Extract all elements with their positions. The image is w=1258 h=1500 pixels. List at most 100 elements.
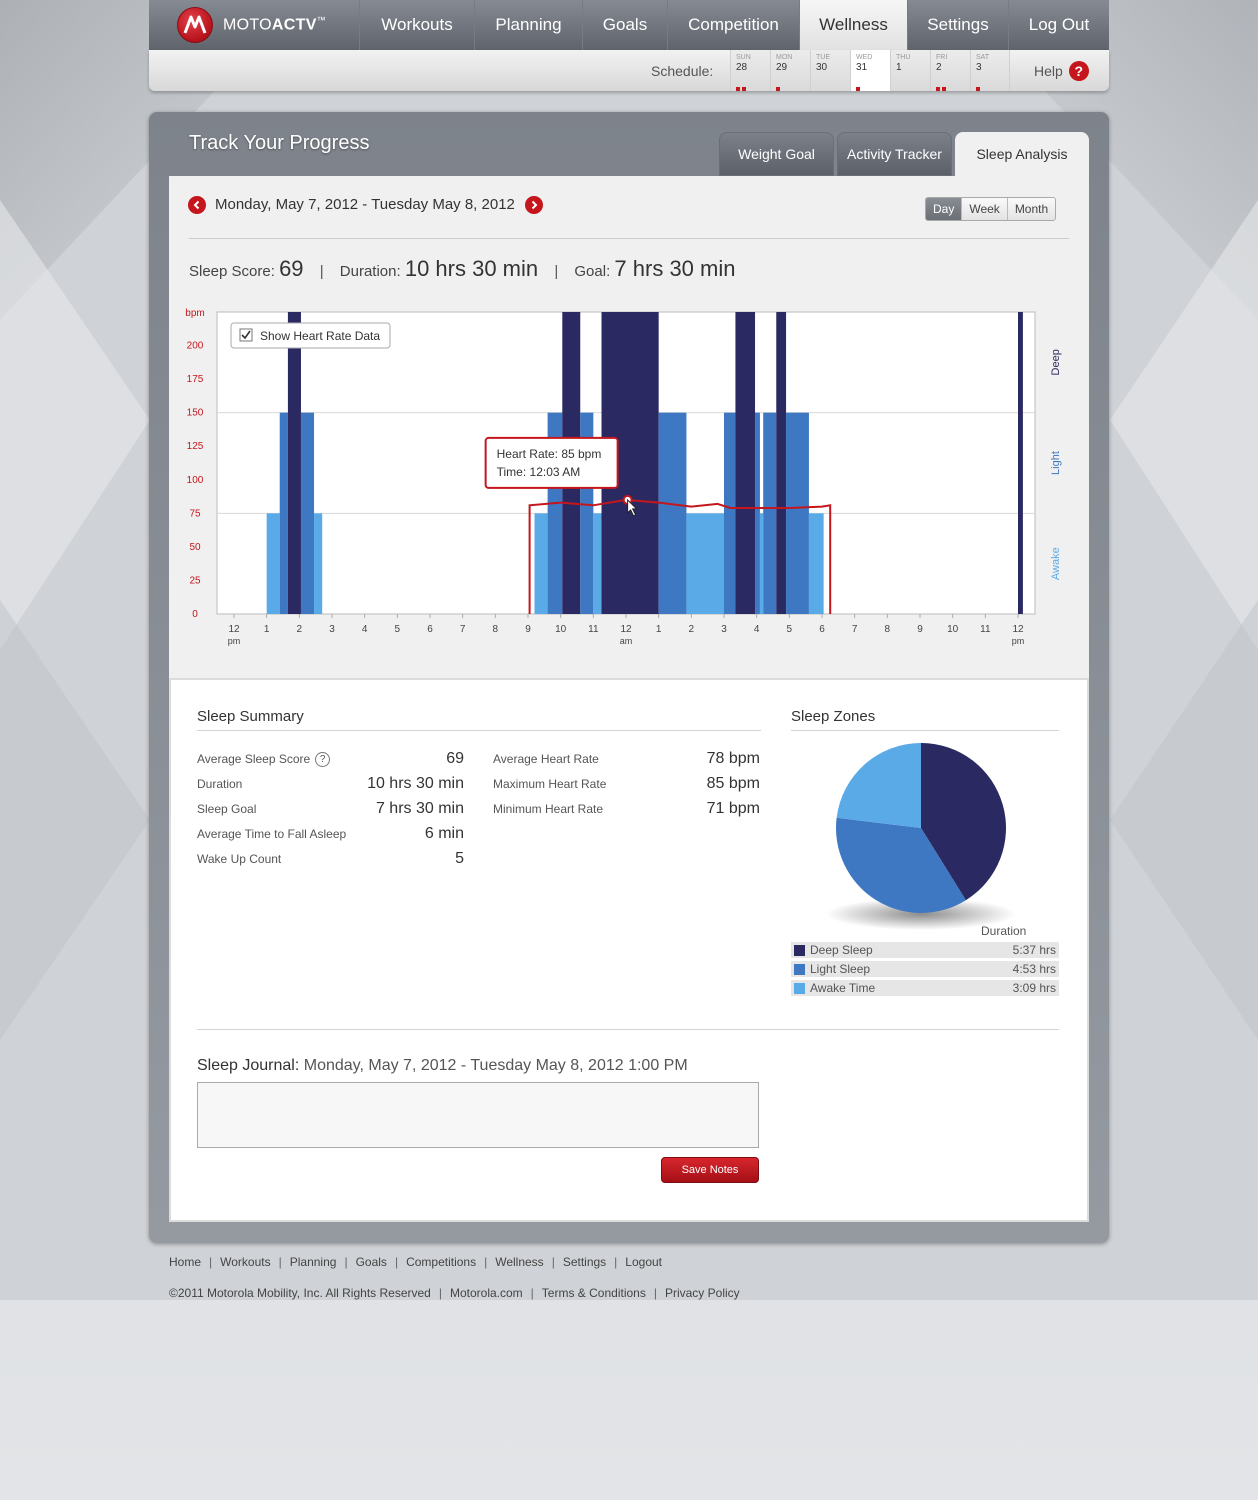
save-notes-button[interactable]: Save Notes <box>661 1157 759 1183</box>
sleep-score-label: Sleep Score: <box>189 263 275 280</box>
footer-link-planning[interactable]: Planning <box>290 1255 337 1269</box>
heart-rate-stat-label: Minimum Heart Rate <box>493 802 604 816</box>
tab-sleep-analysis[interactable]: Sleep Analysis <box>955 132 1089 176</box>
pie-slice-awake-time[interactable] <box>836 743 921 828</box>
tab-weight-goal[interactable]: Weight Goal <box>719 132 834 176</box>
nav-goals[interactable]: Goals <box>582 0 667 50</box>
goal-label: Goal: <box>574 263 611 280</box>
divider <box>197 1029 1059 1030</box>
workout-dot <box>742 87 746 91</box>
nav-workouts[interactable]: Workouts <box>359 0 474 50</box>
footer-link-logout[interactable]: Logout <box>625 1255 662 1269</box>
schedule-day-name: SUN <box>736 54 751 61</box>
footer-link-wellness[interactable]: Wellness <box>495 1255 543 1269</box>
heart-rate-stat-label: Average Heart Rate <box>493 752 599 766</box>
schedule-day-number: 30 <box>816 62 828 73</box>
nav-wellness[interactable]: Wellness <box>799 0 907 50</box>
footer-separator: | <box>551 1255 555 1269</box>
schedule-day-number: 29 <box>776 62 788 73</box>
show-heart-rate-label: Show Heart Rate Data <box>260 329 380 343</box>
brand-logo[interactable]: MOTOACTV™ <box>149 0 359 50</box>
sleep-bar-deep <box>1018 312 1023 614</box>
footer-link-home[interactable]: Home <box>169 1255 201 1269</box>
sleep-journal-input[interactable] <box>197 1082 759 1148</box>
period-month-button[interactable]: Month <box>1006 198 1056 220</box>
help-circle-icon[interactable]: ? <box>315 752 331 768</box>
help-link[interactable]: Help ? <box>1009 50 1109 91</box>
summary-stat-label: Average Time to Fall Asleep <box>197 827 346 841</box>
footer-separator: | <box>344 1255 348 1269</box>
sleep-summary-panel: Sleep Summary Average Sleep Score? 69 Dura… <box>169 678 1089 1222</box>
next-date-button[interactable] <box>525 196 543 214</box>
x-tick-label: 9 <box>525 624 531 635</box>
sleep-bar-light <box>279 412 288 614</box>
summary-stat-label-text: Sleep Goal <box>197 802 257 816</box>
sleep-bar-light <box>763 412 777 614</box>
workout-dot <box>936 87 940 91</box>
summary-stat-value: 10 hrs 30 min <box>367 775 464 792</box>
footer-separator: | <box>278 1255 282 1269</box>
y-tick-label: 200 <box>187 341 204 352</box>
footer-separator: | <box>484 1255 488 1269</box>
footer-legal-link[interactable]: Motorola.com <box>450 1286 523 1300</box>
sleep-bar-awake <box>759 513 764 614</box>
workout-dot <box>776 87 780 91</box>
footer-link-settings[interactable]: Settings <box>563 1255 606 1269</box>
zone-legend-row: Light Sleep 4:53 hrs <box>791 961 1059 977</box>
schedule-day-thu[interactable]: THU 1 <box>890 50 930 91</box>
show-heart-rate-toggle[interactable]: Show Heart Rate Data <box>230 322 391 349</box>
schedule-day-tue[interactable]: TUE 30 <box>810 50 850 91</box>
motorola-logo-icon <box>177 7 213 43</box>
nav-competition[interactable]: Competition <box>667 0 799 50</box>
heart-rate-stat-value: 85 bpm <box>706 775 760 792</box>
sleep-bar-light <box>658 412 687 614</box>
footer-link-competitions[interactable]: Competitions <box>406 1255 476 1269</box>
x-tick-label: 11 <box>980 624 991 635</box>
zone-name: Light Sleep <box>810 962 871 976</box>
divider <box>791 730 1059 731</box>
schedule-day-number: 2 <box>936 62 942 73</box>
footer-link-goals[interactable]: Goals <box>356 1255 387 1269</box>
heart-rate-checkbox[interactable] <box>239 328 253 342</box>
footer-legal-link[interactable]: Terms & Conditions <box>542 1286 646 1300</box>
zone-legend-row: Deep Sleep 5:37 hrs <box>791 942 1059 958</box>
previous-date-button[interactable] <box>188 196 206 214</box>
schedule-day-number: 31 <box>856 62 868 73</box>
footer-separator: | <box>653 1286 657 1300</box>
summary-stat-label: Duration <box>197 777 242 791</box>
schedule-day-mon[interactable]: MON 29 <box>770 50 810 91</box>
x-tick-label: 5 <box>395 624 401 635</box>
workout-dot <box>736 87 740 91</box>
summary-stat-value: 6 min <box>424 825 464 842</box>
schedule-workout-dots <box>736 78 748 91</box>
sleep-bar-light <box>755 412 760 614</box>
x-tick-label: 6 <box>819 624 825 635</box>
nav-log-out[interactable]: Log Out <box>1008 0 1109 50</box>
x-tick-label: 3 <box>721 624 727 635</box>
duration-value: 10 hrs 30 min <box>404 256 539 281</box>
workout-dot <box>942 87 946 91</box>
track-progress-panel: Track Your Progress Weight Goal Activity… <box>149 112 1109 1243</box>
nav-planning[interactable]: Planning <box>474 0 582 50</box>
summary-stat-value: 69 <box>446 750 464 767</box>
chevron-right-icon <box>531 200 538 210</box>
schedule-day-sun[interactable]: SUN 28 <box>730 50 770 91</box>
nav-settings[interactable]: Settings <box>907 0 1008 50</box>
period-week-button[interactable]: Week <box>961 198 1007 220</box>
sleep-zones-title: Sleep Zones <box>791 708 876 725</box>
y-tick-label: 50 <box>189 542 201 553</box>
date-range: Monday, May 7, 2012 - Tuesday May 8, 201… <box>215 196 515 213</box>
footer-link-workouts[interactable]: Workouts <box>220 1255 270 1269</box>
sleep-bar-deep <box>776 312 787 614</box>
schedule-day-sat[interactable]: SAT 3 <box>970 50 1010 91</box>
tab-activity-tracker[interactable]: Activity Tracker <box>837 132 952 176</box>
x-tick-label: 7 <box>460 624 466 635</box>
summary-stat-value: 7 hrs 30 min <box>375 800 464 817</box>
footer-legal-link[interactable]: Privacy Policy <box>665 1286 740 1300</box>
x-tick-label: 1 <box>656 624 662 635</box>
schedule-day-wed[interactable]: WED 31 <box>850 50 890 91</box>
tooltip-time: Time: 12:03 AM <box>497 465 581 479</box>
period-day-button[interactable]: Day <box>926 198 962 220</box>
schedule-day-fri[interactable]: FRI 2 <box>930 50 970 91</box>
zone-label-awake: Awake <box>1050 547 1062 580</box>
